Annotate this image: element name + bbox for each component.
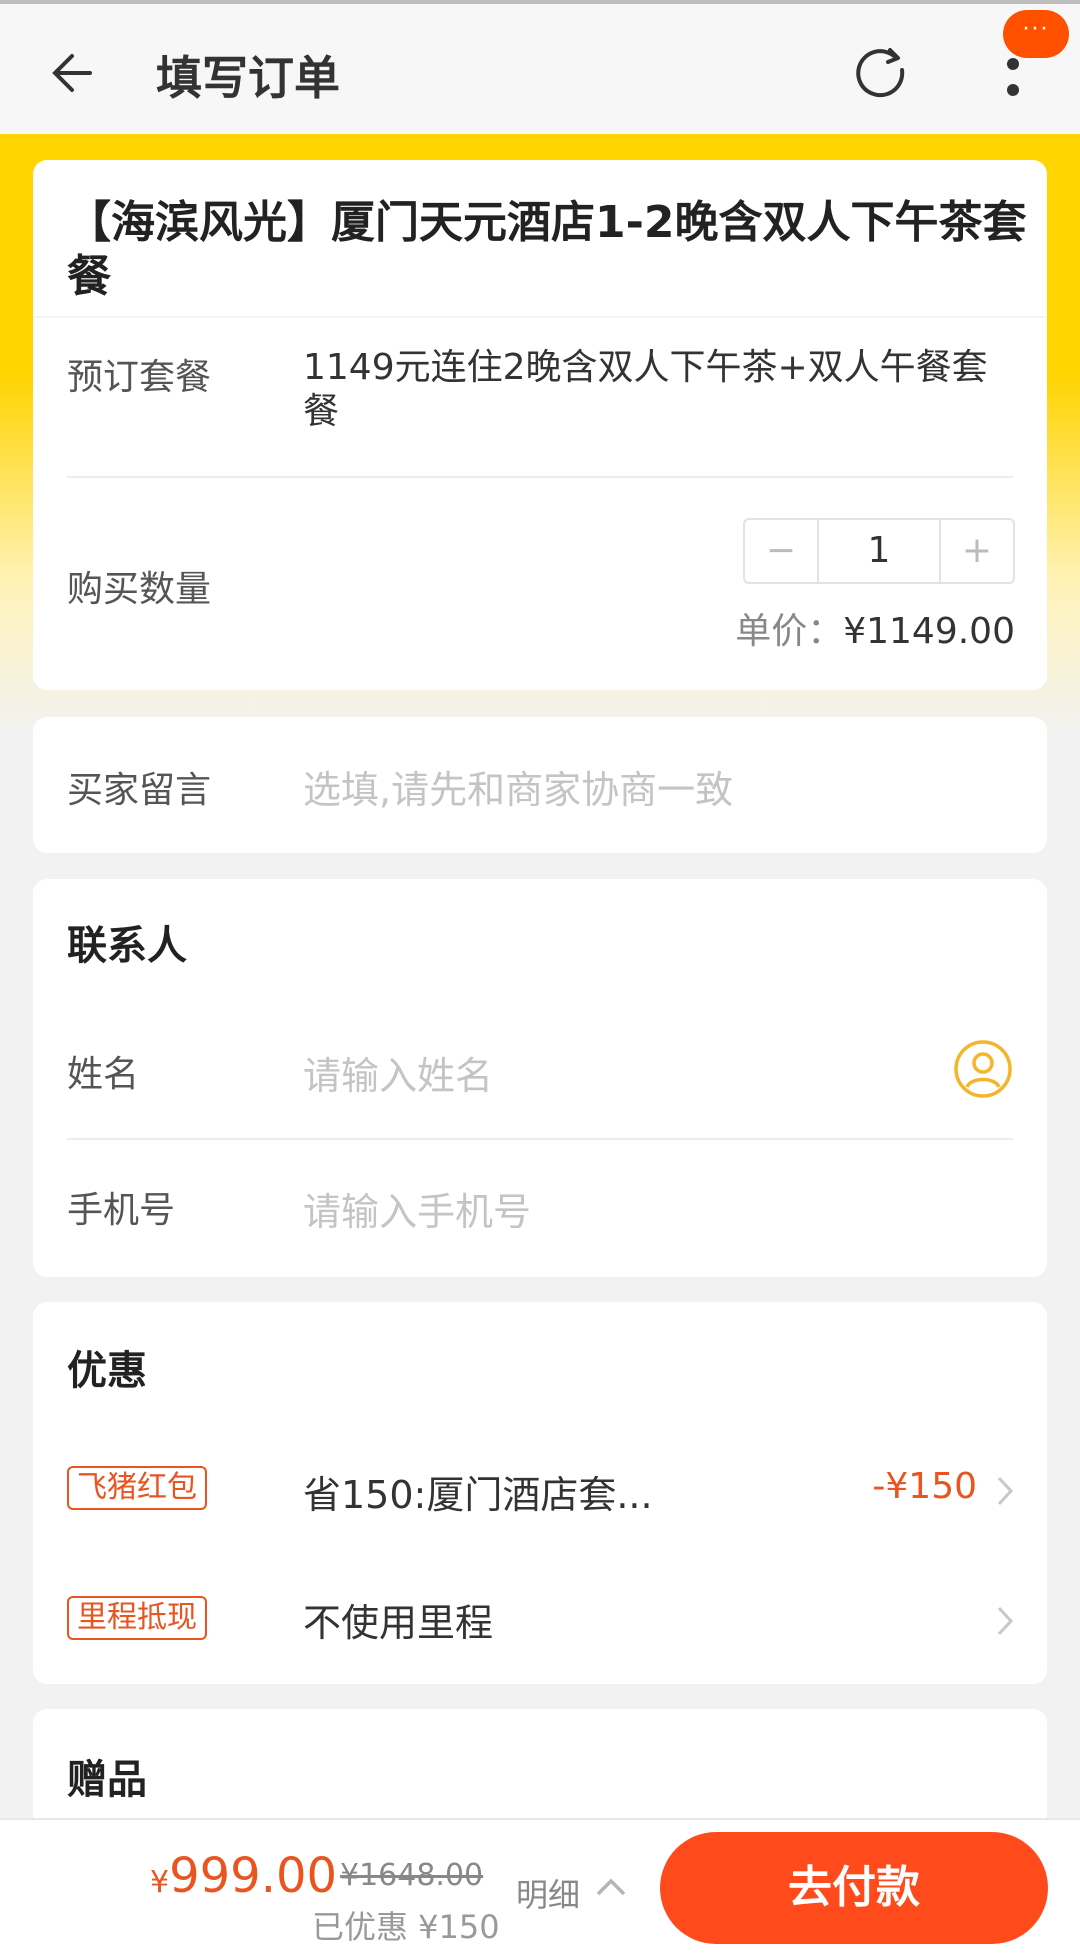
discount-text: 不使用里程 bbox=[303, 1601, 494, 1645]
divider bbox=[33, 316, 1047, 318]
product-card: 【海滨风光】厦门天元酒店1-2晚含双人下午茶套餐 预订套餐 1149元连住2晚含… bbox=[33, 160, 1047, 690]
increase-button[interactable]: + bbox=[941, 520, 1013, 582]
more-dot-icon bbox=[1007, 58, 1019, 70]
gift-section-title: 赠品 bbox=[67, 1757, 147, 1803]
app-header: 填写订单 bbox=[0, 4, 1080, 134]
phone-input[interactable]: 请输入手机号 bbox=[303, 1181, 531, 1236]
message-input[interactable]: 选填,请先和商家协商一致 bbox=[303, 759, 733, 814]
message-badge[interactable]: ··· bbox=[1003, 10, 1069, 58]
divider bbox=[67, 476, 1013, 478]
message-label: 买家留言 bbox=[67, 770, 212, 811]
chevron-right-icon bbox=[997, 1476, 1014, 1506]
buyer-message-card: 买家留言 选填,请先和商家协商一致 bbox=[33, 717, 1047, 853]
quantity-value[interactable]: 1 bbox=[817, 520, 941, 582]
package-value[interactable]: 1149元连住2晚含双人下午茶+双人午餐套餐 bbox=[303, 346, 1013, 434]
name-input[interactable]: 请输入姓名 bbox=[303, 1045, 493, 1100]
discount-amount: -¥150 bbox=[872, 1466, 977, 1507]
saved-amount: 已优惠 ¥150 bbox=[312, 1908, 500, 1946]
original-price: ¥1648.00 bbox=[340, 1858, 484, 1893]
contact-picker-icon[interactable] bbox=[953, 1039, 1013, 1099]
quantity-stepper: − 1 + bbox=[743, 518, 1015, 584]
product-title: 【海滨风光】厦门天元酒店1-2晚含双人下午茶套餐 bbox=[67, 197, 1027, 302]
refresh-icon bbox=[856, 48, 905, 98]
divider bbox=[67, 1138, 1013, 1140]
unit-price-label: 单价： bbox=[735, 611, 844, 652]
name-label: 姓名 bbox=[67, 1054, 140, 1095]
back-button[interactable] bbox=[40, 38, 110, 108]
currency-symbol: ¥ bbox=[150, 1865, 170, 1900]
chevron-up-icon bbox=[596, 1878, 626, 1896]
package-label: 预订套餐 bbox=[67, 357, 212, 398]
discount-tag: 里程抵现 bbox=[67, 1596, 207, 1640]
more-dot-icon bbox=[1007, 84, 1019, 96]
unit-price: 单价：¥1149.00 bbox=[735, 602, 1015, 654]
discount-tag: 飞猪红包 bbox=[67, 1466, 207, 1510]
discount-text: 省150:厦门酒店套... bbox=[303, 1473, 653, 1517]
refresh-button[interactable] bbox=[850, 42, 914, 106]
chevron-right-icon bbox=[997, 1606, 1014, 1636]
contact-card: 联系人 姓名 请输入姓名 手机号 请输入手机号 bbox=[33, 879, 1047, 1277]
discount-card: 优惠 飞猪红包 省150:厦门酒店套... -¥150 里程抵现 不使用里程 bbox=[33, 1302, 1047, 1684]
checkout-bar: ¥999.00 ¥1648.00 已优惠 ¥150 明细 去付款 bbox=[0, 1818, 1080, 1953]
contact-section-title: 联系人 bbox=[67, 923, 187, 969]
unit-price-value: ¥1149.00 bbox=[843, 611, 1015, 652]
total-price-value: 999.00 bbox=[169, 1848, 338, 1904]
arrow-left-icon bbox=[52, 54, 92, 92]
phone-label: 手机号 bbox=[67, 1190, 176, 1231]
pay-button[interactable]: 去付款 bbox=[660, 1832, 1048, 1944]
total-price: ¥999.00 bbox=[150, 1848, 337, 1904]
price-detail-button[interactable]: 明细 bbox=[516, 1870, 580, 1916]
discount-section-title: 优惠 bbox=[67, 1348, 147, 1394]
page-title: 填写订单 bbox=[156, 51, 340, 105]
decrease-button[interactable]: − bbox=[745, 520, 817, 582]
quantity-label: 购买数量 bbox=[67, 569, 212, 610]
